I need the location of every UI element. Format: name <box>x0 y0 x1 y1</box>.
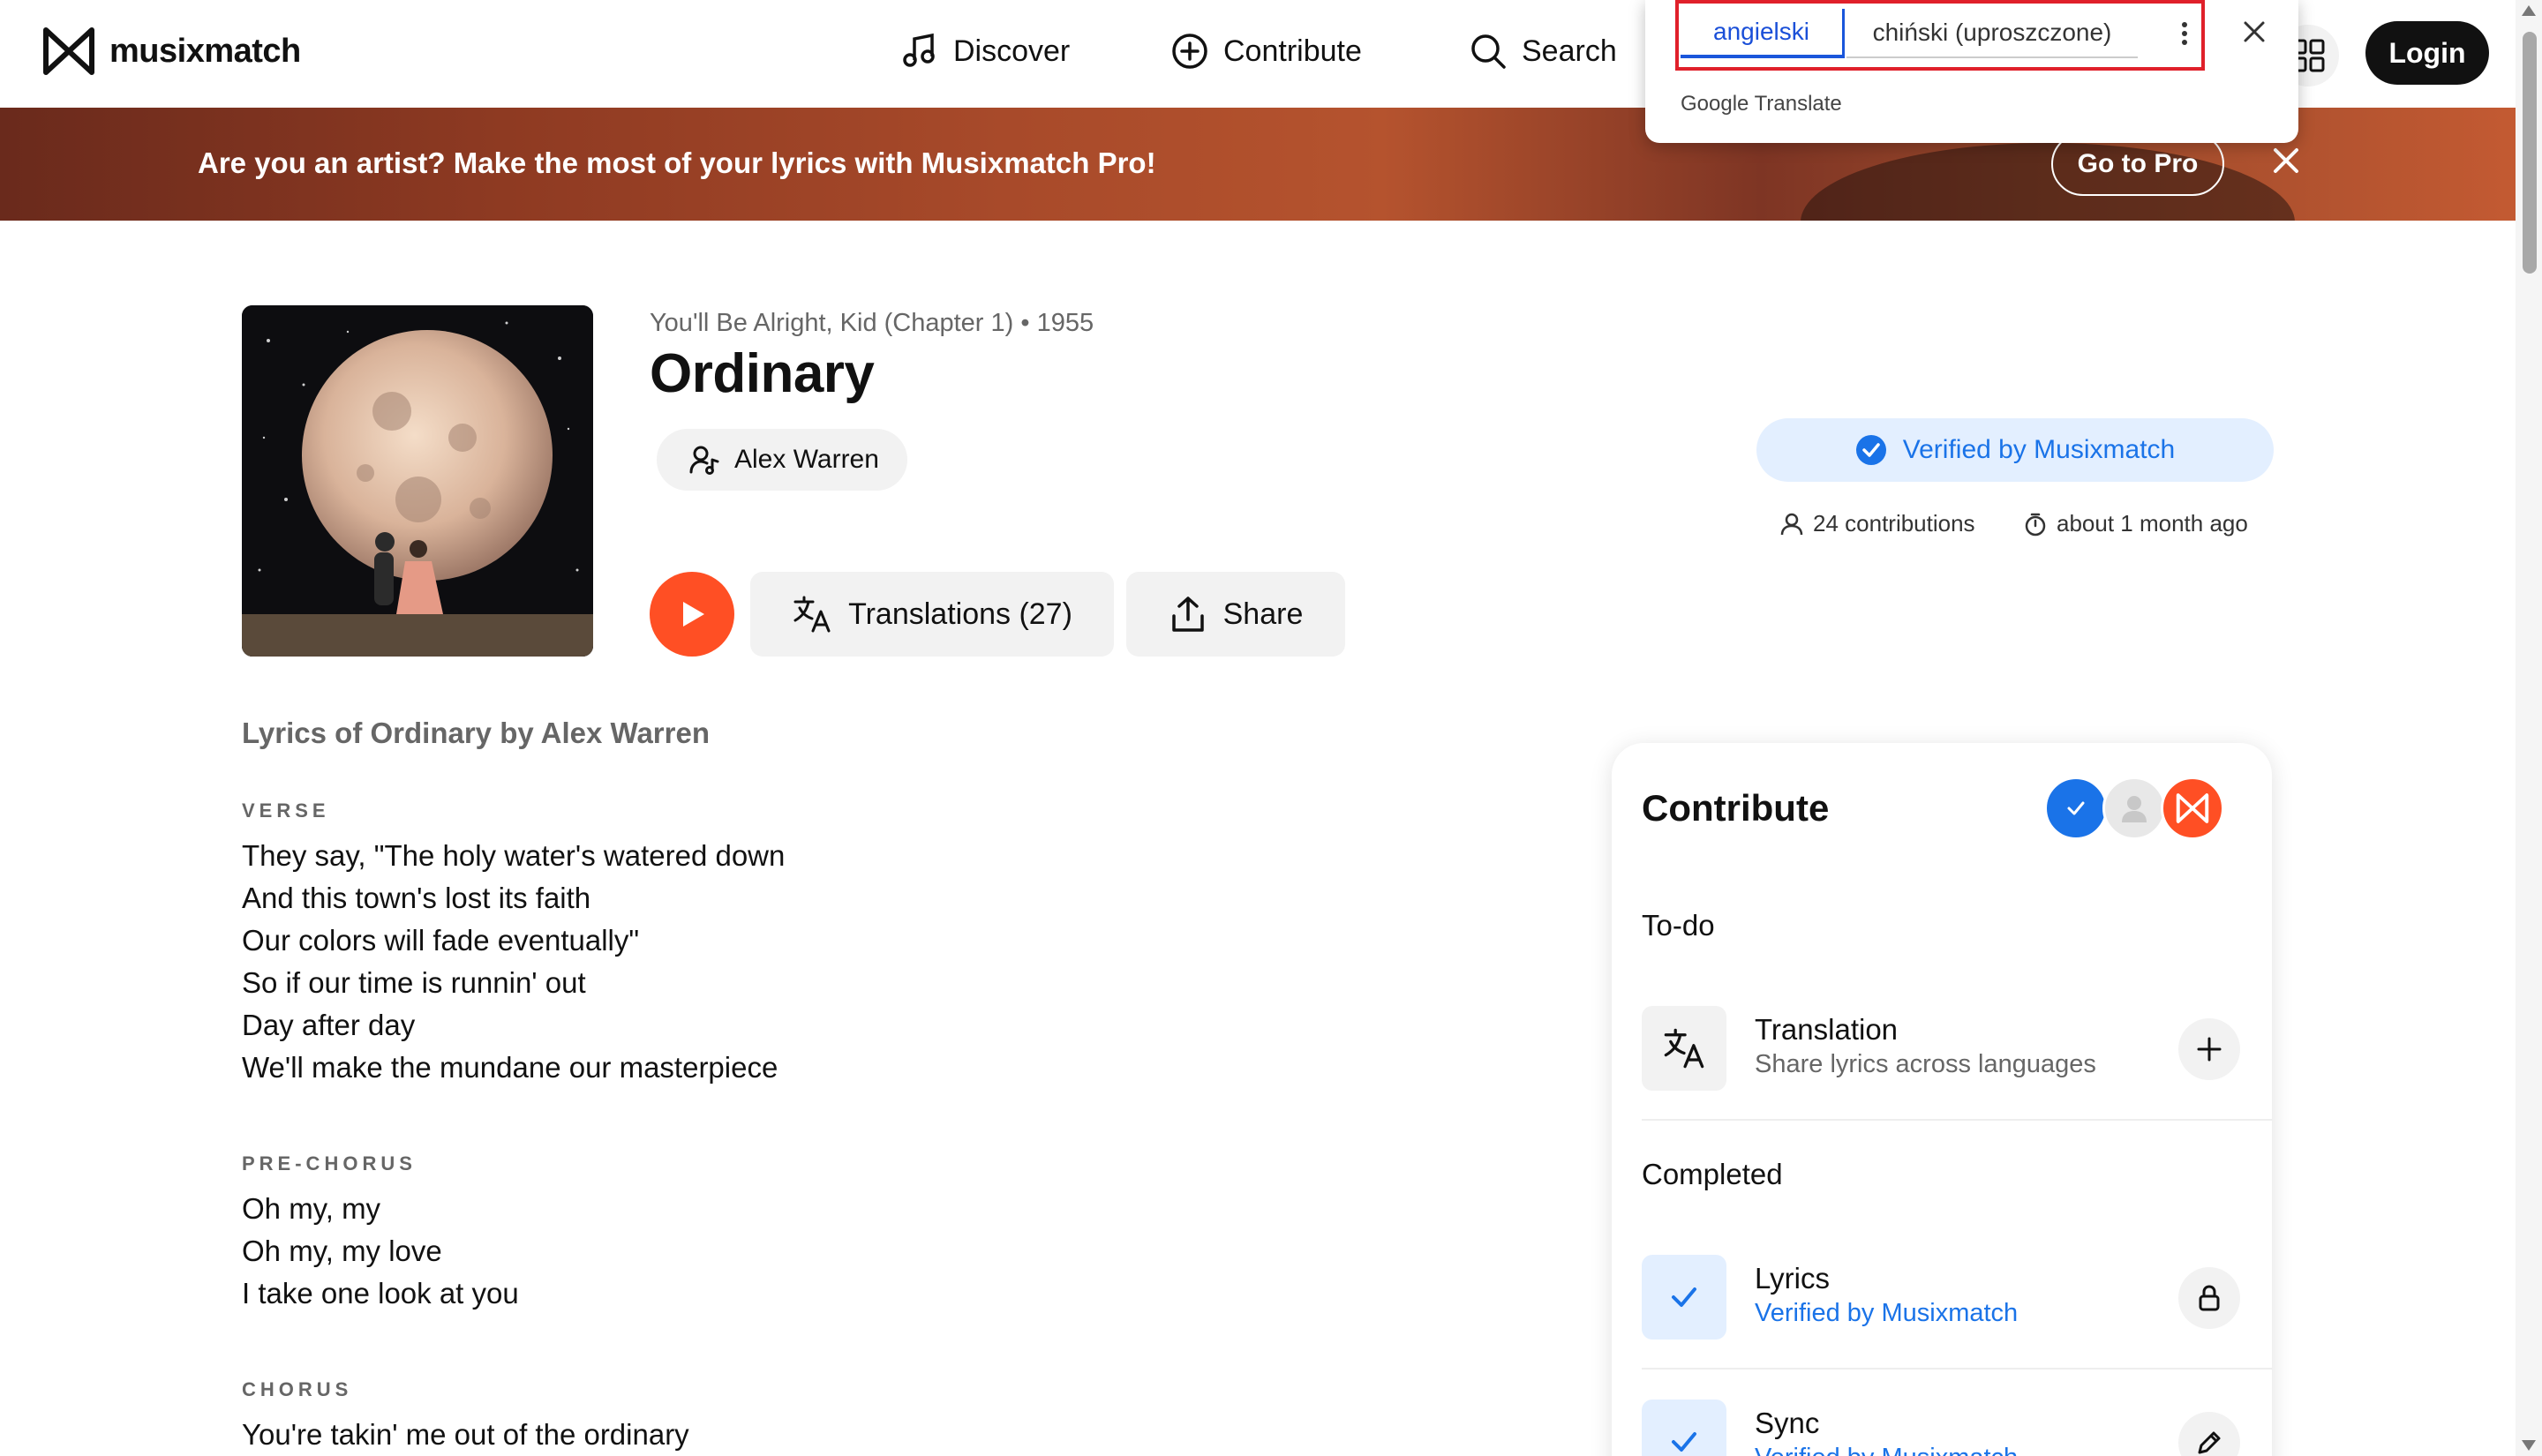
lyrics-lock-button[interactable] <box>2178 1267 2240 1329</box>
share-label: Share <box>1222 597 1304 631</box>
close-icon[interactable] <box>2237 14 2272 49</box>
google-translate-brand: Google Translate <box>1681 92 1842 116</box>
todo-translation-row[interactable]: Translation Share lyrics across language… <box>1642 1006 2242 1092</box>
completed-item-subtitle: Verified by Musixmatch <box>1755 1444 2018 1456</box>
contributor-avatars <box>2044 777 2224 840</box>
plus-icon <box>2197 1037 2222 1062</box>
musixmatch-logo[interactable]: musixmatch <box>41 25 301 78</box>
translations-label: Translations (27) <box>848 597 1072 631</box>
musixmatch-logo-icon <box>2176 793 2209 823</box>
lyric-line: I take one look at you <box>242 1277 519 1310</box>
lyric-line: Oh my, my <box>242 1192 381 1225</box>
banner-text: Are you an artist? Make the most of your… <box>198 146 1156 179</box>
todo-item-title: Translation <box>1755 1013 1899 1046</box>
person-icon <box>1780 513 1803 535</box>
nav-discover[interactable]: Discover <box>900 32 1070 71</box>
check-icon <box>1642 1255 1726 1340</box>
login-button[interactable]: Login <box>2365 21 2489 85</box>
completed-heading: Completed <box>1642 1158 1783 1190</box>
nav-contribute-label: Contribute <box>1223 34 1362 68</box>
completed-sync-row[interactable]: Sync Verified by Musixmatch <box>1642 1400 2242 1456</box>
translate-icon <box>793 596 831 633</box>
source-language-tab[interactable]: angielski <box>1681 9 1845 58</box>
album-art-image <box>242 305 593 657</box>
todo-heading: To-do <box>1642 909 1715 942</box>
scroll-up-arrow[interactable] <box>2522 5 2536 16</box>
lyric-line: They say, "The holy water's watered down <box>242 839 786 872</box>
completed-item-title: Sync <box>1755 1407 1820 1439</box>
contribute-panel: Contribute To-do Translation Share lyric… <box>1612 743 2272 1456</box>
verified-check-icon <box>1855 435 1886 465</box>
nav-search[interactable]: Search <box>1469 32 1617 71</box>
plus-circle-icon <box>1172 34 1207 69</box>
check-icon <box>2067 801 2085 815</box>
contribute-title: Contribute <box>1642 787 1830 829</box>
lyrics-chorus: You're takin' me out of the ordinary <box>242 1414 689 1456</box>
more-options-icon[interactable] <box>2171 16 2198 51</box>
lyrics-verse: They say, "The holy water's watered down… <box>242 835 785 1089</box>
verified-label: Verified by Musixmatch <box>1902 435 2176 464</box>
target-language-tab[interactable]: chiński (uproszczone) <box>1846 9 2138 58</box>
close-icon[interactable] <box>2268 143 2304 178</box>
share-button[interactable]: Share <box>1126 572 1345 657</box>
artist-chip[interactable]: Alex Warren <box>657 429 907 491</box>
lyric-line: Oh my, my love <box>242 1235 442 1267</box>
lyric-line: Our colors will fade eventually" <box>242 924 640 957</box>
translate-icon <box>1642 1006 1726 1091</box>
todo-item-subtitle: Share lyrics across languages <box>1755 1050 2096 1078</box>
last-updated: about 1 month ago <box>2023 510 2248 537</box>
completed-lyrics-row[interactable]: Lyrics Verified by Musixmatch <box>1642 1255 2242 1341</box>
sync-edit-button[interactable] <box>2178 1412 2240 1456</box>
play-button[interactable] <box>650 572 734 657</box>
lyrics-pre-chorus: Oh my, my Oh my, my love I take one look… <box>242 1188 519 1315</box>
last-updated-label: about 1 month ago <box>2057 510 2248 537</box>
section-label-verse: VERSE <box>242 799 330 822</box>
lyric-line: Day after day <box>242 1009 416 1041</box>
scroll-thumb[interactable] <box>2523 32 2537 274</box>
song-title: Ordinary <box>650 343 875 404</box>
search-icon <box>1471 34 1506 69</box>
brand-google: Google <box>1681 92 1749 116</box>
pencil-icon <box>2198 1431 2221 1454</box>
lock-icon <box>2199 1285 2220 1311</box>
lyric-line: We'll make the mundane our masterpiece <box>242 1051 778 1084</box>
user-placeholder-icon <box>2122 796 2147 822</box>
scroll-down-arrow[interactable] <box>2522 1440 2536 1451</box>
logo-text: musixmatch <box>109 32 301 70</box>
completed-item-subtitle: Verified by Musixmatch <box>1755 1299 2019 1327</box>
lyric-line: And this town's lost its faith <box>242 882 591 914</box>
lyric-line: So if our time is runnin' out <box>242 966 586 999</box>
artist-icon <box>689 446 719 475</box>
add-translation-button[interactable] <box>2178 1018 2240 1080</box>
divider <box>1642 1119 2272 1121</box>
google-translate-popup: angielski chiński (uproszczone) Google T… <box>1645 0 2298 143</box>
artist-name: Alex Warren <box>734 445 879 474</box>
contributions-label: 24 contributions <box>1813 510 1975 537</box>
brand-translate: Translate <box>1754 92 1842 116</box>
section-label-chorus: CHORUS <box>242 1378 353 1400</box>
avatar <box>2102 777 2166 840</box>
play-icon <box>683 602 704 627</box>
section-label-pre-chorus: PRE-CHORUS <box>242 1152 417 1175</box>
musixmatch-logo-icon <box>43 27 94 75</box>
lyrics-heading: Lyrics of Ordinary by Alex Warren <box>242 717 710 749</box>
album-and-year[interactable]: You'll Be Alright, Kid (Chapter 1) • 195… <box>650 309 1094 338</box>
completed-item-title: Lyrics <box>1755 1262 1830 1295</box>
verified-badge[interactable]: Verified by Musixmatch <box>1756 418 2274 482</box>
check-icon <box>1642 1400 1726 1456</box>
avatar <box>2044 777 2108 840</box>
contributions-count: 24 contributions <box>1779 510 1975 537</box>
translations-button[interactable]: Translations (27) <box>750 572 1114 657</box>
nav-discover-label: Discover <box>953 34 1071 68</box>
album-cover <box>242 305 593 657</box>
share-icon <box>1171 597 1204 632</box>
nav-contribute[interactable]: Contribute <box>1170 32 1362 71</box>
nav-search-label: Search <box>1522 34 1617 68</box>
avatar <box>2161 777 2224 840</box>
stopwatch-icon <box>2025 513 2046 536</box>
music-note-icon <box>903 33 935 67</box>
lyric-line: You're takin' me out of the ordinary <box>242 1418 689 1451</box>
divider <box>1642 1368 2272 1370</box>
page-scrollbar[interactable] <box>2516 0 2542 1456</box>
